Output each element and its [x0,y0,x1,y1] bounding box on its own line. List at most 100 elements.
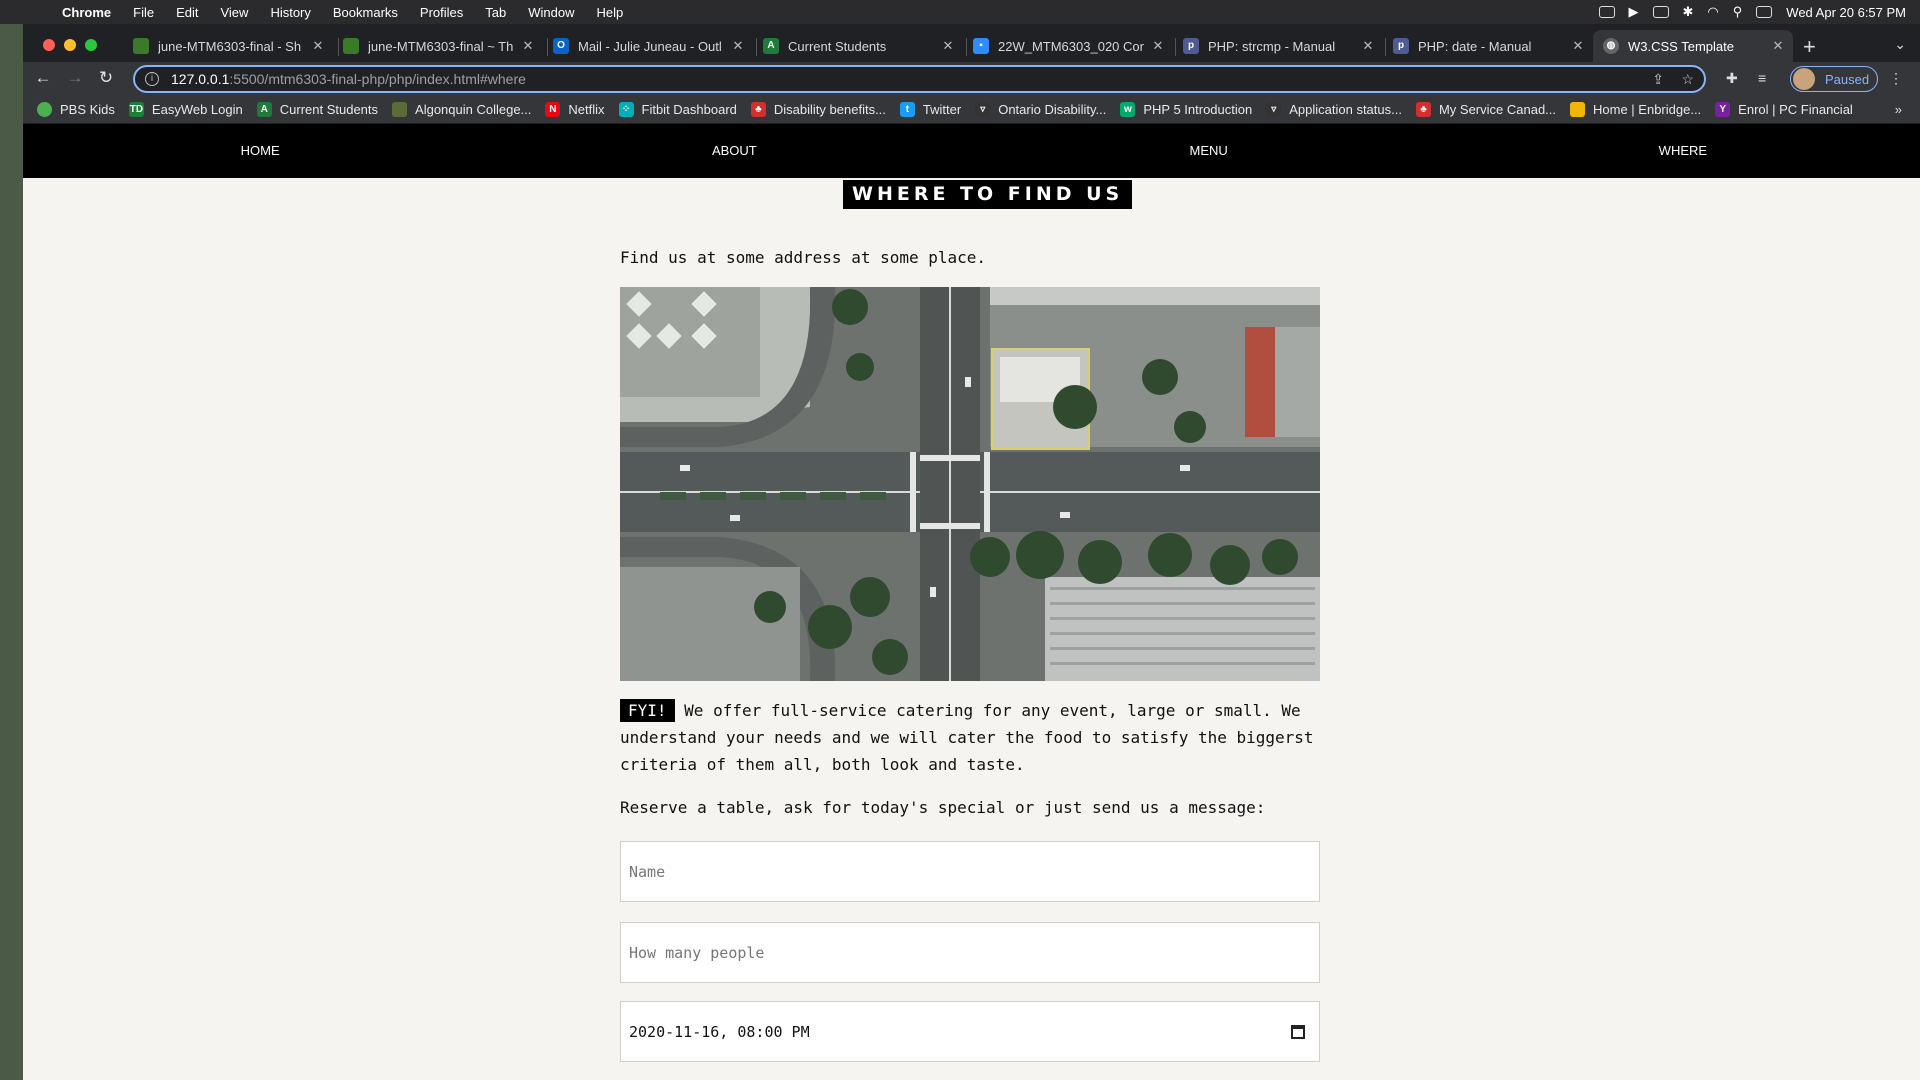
bookmark-item[interactable]: Y Enrol | PC Financial [1715,102,1853,117]
status-area: ▶ ✱ ◠ ⚲ Wed Apr 20 6:57 PM [1598,0,1906,24]
bookmark-item[interactable]: w PHP 5 Introduction [1120,102,1252,117]
close-tab-icon[interactable]: ✕ [1149,38,1167,54]
bookmark-item[interactable]: ♣ My Service Canad... [1415,102,1556,117]
site-info-icon[interactable]: i [145,72,159,86]
address-bar[interactable]: i 127.0.0.1:5500/mtm6303-final-php/php/i… [133,65,1706,93]
menu-app-name[interactable]: Chrome [62,5,111,20]
bookmark-item[interactable]: Home | Enbridge... [1570,102,1701,117]
close-tab-icon[interactable]: ✕ [519,38,537,54]
clock[interactable]: Wed Apr 20 6:57 PM [1786,5,1906,20]
nav-menu-link[interactable]: MENU [972,124,1446,178]
new-tab-button[interactable]: + [1803,34,1816,60]
w3schools-icon: w [1120,102,1136,117]
tab-4[interactable]: A Current Students ✕ [753,30,963,62]
bookmark-item[interactable]: Algonquin College... [392,102,531,117]
catering-note: FYI! We offer full-service catering for … [620,697,1320,778]
bookmark-item[interactable]: t Twitter [899,102,961,117]
close-tab-icon[interactable]: ✕ [1769,38,1787,54]
more-bookmarks-icon[interactable]: » [1895,102,1902,117]
forward-button[interactable]: → [64,68,86,88]
play-icon[interactable]: ▶ [1629,4,1639,20]
catering-text: We offer full-service catering for any e… [620,701,1314,774]
control-center-icon[interactable] [1756,6,1773,18]
bluetooth-icon[interactable]: ✱ [1683,4,1694,20]
tab-3[interactable]: O Mail - Julie Juneau - Outl ✕ [543,30,753,62]
tab-8-active[interactable]: ◍ W3.CSS Template ✕ [1593,30,1793,62]
back-button[interactable]: ← [32,68,54,88]
close-tab-icon[interactable]: ✕ [309,38,327,54]
tab-1[interactable]: june-MTM6303-final - Sh ✕ [123,30,333,62]
tab-2[interactable]: june-MTM6303-final ~ Th ✕ [333,30,543,62]
menu-history[interactable]: History [270,5,310,20]
site-nav: HOME ABOUT MENU WHERE [23,124,1920,178]
share-icon[interactable]: ⇪ [1652,71,1664,88]
aerial-city-image [620,287,1320,681]
shopify-icon [343,38,359,54]
nav-where-link[interactable]: WHERE [1446,124,1920,178]
keyboard-icon[interactable] [1652,6,1669,18]
bookmark-item[interactable]: TD EasyWeb Login [128,102,243,117]
bookmark-item[interactable]: A Current Students [256,102,378,117]
outlook-icon: O [553,38,569,54]
close-tab-icon[interactable]: ✕ [1569,38,1587,54]
menu-tab[interactable]: Tab [485,5,506,20]
intro-text: Find us at some address at some place. [620,248,987,267]
tab-title: PHP: date - Manual [1418,38,1532,54]
close-tab-icon[interactable]: ✕ [939,38,957,54]
fyi-badge: FYI! [620,699,675,722]
bookmark-item[interactable]: ♣ Disability benefits... [750,102,886,117]
bookmark-item[interactable]: ⁘ Fitbit Dashboard [618,102,737,117]
name-input[interactable] [620,841,1320,902]
tab-6[interactable]: p PHP: strcmp - Manual ✕ [1173,30,1383,62]
tab-title: PHP: strcmp - Manual [1208,38,1336,54]
bookmark-item[interactable]: PBS Kids [37,102,115,117]
algonquin-icon [392,102,408,117]
menu-profiles[interactable]: Profiles [420,5,463,20]
tab-search-chevron-icon[interactable]: ⌄ [1894,36,1906,53]
menu-edit[interactable]: Edit [176,5,198,20]
menu-bookmarks[interactable]: Bookmarks [333,5,398,20]
screen-record-icon[interactable] [1598,6,1615,18]
profile-button[interactable]: Paused [1790,66,1878,92]
tab-5[interactable]: ▪ 22W_MTM6303_020 Cor ✕ [963,30,1173,62]
close-tab-icon[interactable]: ✕ [1359,38,1377,54]
tab-title: june-MTM6303-final - Sh [158,38,302,54]
bookmark-item[interactable]: ▿ Application status... [1266,102,1402,117]
extensions-puzzle-icon[interactable]: ✚ [1726,70,1738,87]
bookmark-item[interactable]: ▿ Ontario Disability... [975,102,1106,117]
netflix-icon: N [545,102,561,117]
nav-about-link[interactable]: ABOUT [497,124,971,178]
people-input[interactable] [620,922,1320,983]
reload-button[interactable]: ↻ [95,68,117,88]
calendar-icon[interactable] [1291,1024,1305,1039]
datetime-input[interactable]: 2020-11-16, 08:00 PM [620,1001,1320,1062]
avatar [1793,68,1815,90]
tab-title: june-MTM6303-final ~ Th [368,38,514,54]
chrome-menu-icon[interactable]: ⋮ [1889,70,1903,87]
spotlight-search-icon[interactable]: ⚲ [1733,4,1743,20]
bookmark-item[interactable]: N Netflix [545,102,605,117]
menu-view[interactable]: View [220,5,248,20]
college-icon: A [256,102,272,117]
datetime-value: 2020-11-16, 08:00 PM [629,1022,810,1041]
minimize-window-button[interactable] [64,39,76,51]
zoom-window-button[interactable] [85,39,97,51]
menu-file[interactable]: File [133,5,154,20]
menu-window[interactable]: Window [528,5,574,20]
chrome-window: june-MTM6303-final - Sh ✕ june-MTM6303-f… [23,24,1920,1080]
enbridge-icon [1570,102,1586,117]
nav-home-link[interactable]: HOME [23,124,497,178]
menu-help[interactable]: Help [597,5,624,20]
maple-leaf-icon: ♣ [1415,102,1431,117]
wifi-icon[interactable]: ◠ [1707,4,1718,20]
bookmark-star-icon[interactable]: ☆ [1681,71,1694,88]
close-window-button[interactable] [43,39,55,51]
reserve-prompt: Reserve a table, ask for today's special… [620,798,1266,817]
address-url[interactable]: 127.0.0.1:5500/mtm6303-final-php/php/ind… [171,71,526,87]
reading-list-icon[interactable]: ≡ [1758,70,1766,86]
macos-menubar: Chrome File Edit View History Bookmarks … [0,0,1920,24]
close-tab-icon[interactable]: ✕ [729,38,747,54]
tab-7[interactable]: p PHP: date - Manual ✕ [1383,30,1593,62]
zoom-icon: ▪ [973,38,989,54]
web-page: HOME ABOUT MENU WHERE WHERE TO FIND US F… [23,124,1920,1080]
